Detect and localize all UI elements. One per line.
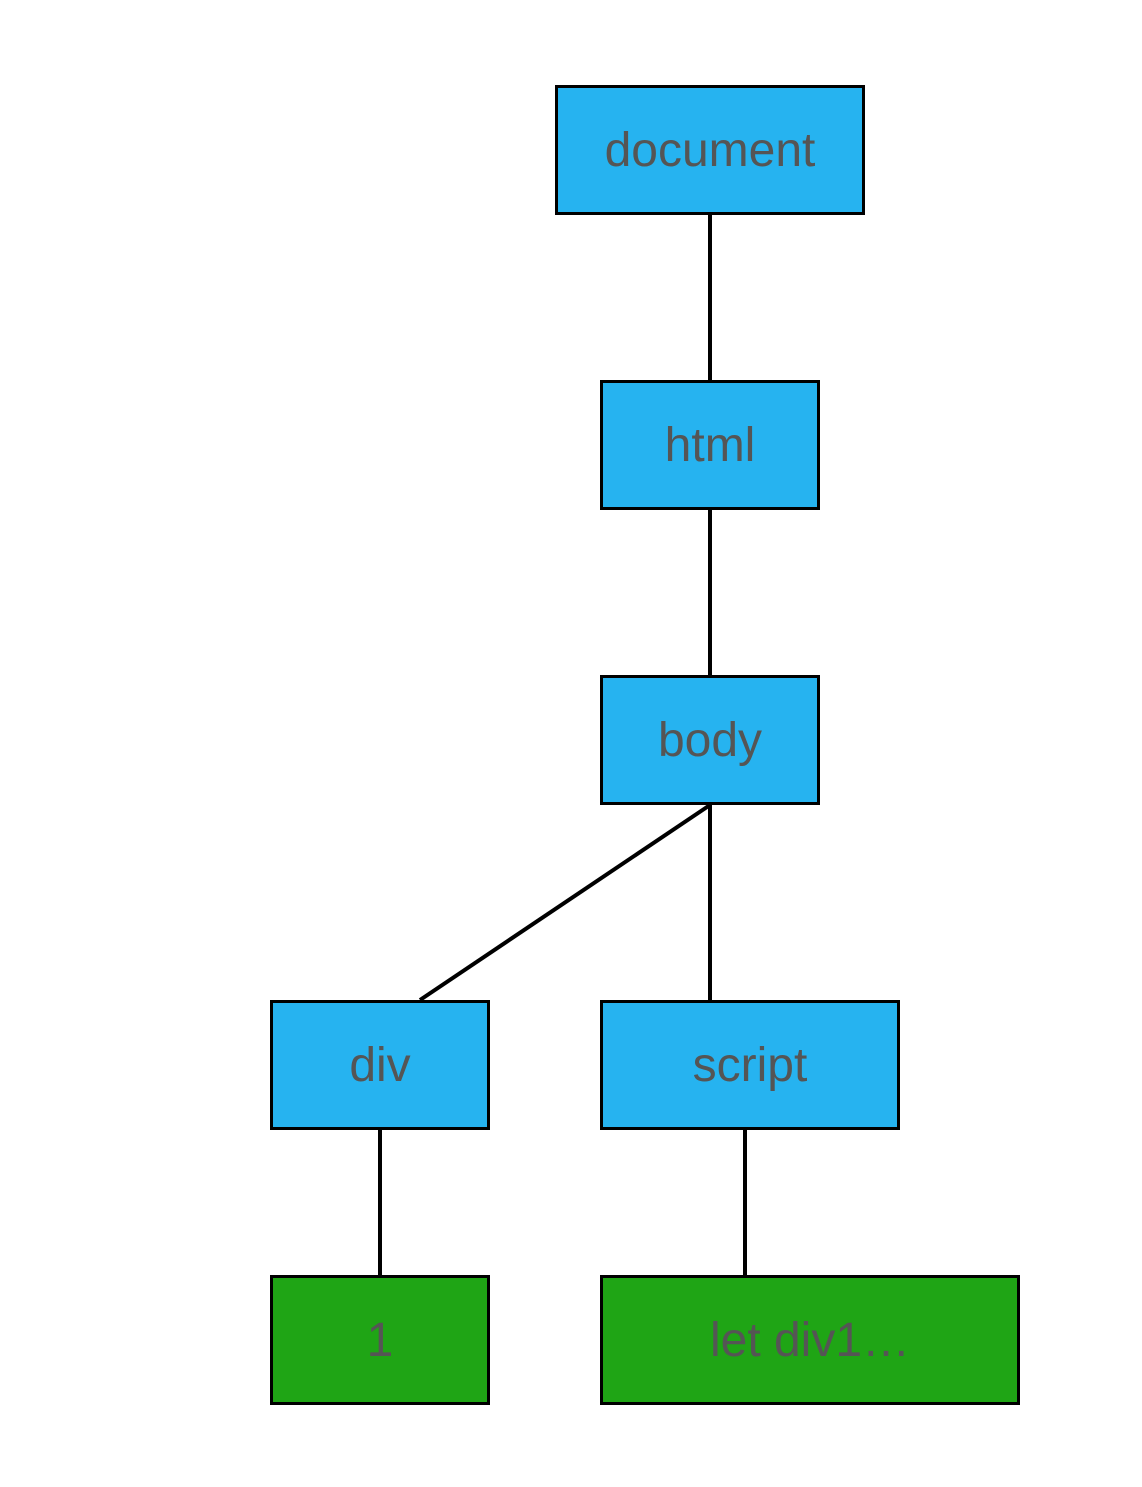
- node-label: html: [665, 418, 756, 473]
- node-label: div: [349, 1038, 410, 1093]
- node-document: document: [555, 85, 865, 215]
- node-label: script: [693, 1038, 808, 1093]
- node-label: 1: [367, 1313, 394, 1368]
- node-label: let div1…: [710, 1313, 910, 1368]
- node-div-text: 1: [270, 1275, 490, 1405]
- tree-edges: [0, 0, 1142, 1487]
- node-script-text: let div1…: [600, 1275, 1020, 1405]
- node-html: html: [600, 380, 820, 510]
- node-label: document: [605, 123, 816, 178]
- node-label: body: [658, 713, 762, 768]
- node-body: body: [600, 675, 820, 805]
- node-div: div: [270, 1000, 490, 1130]
- node-script: script: [600, 1000, 900, 1130]
